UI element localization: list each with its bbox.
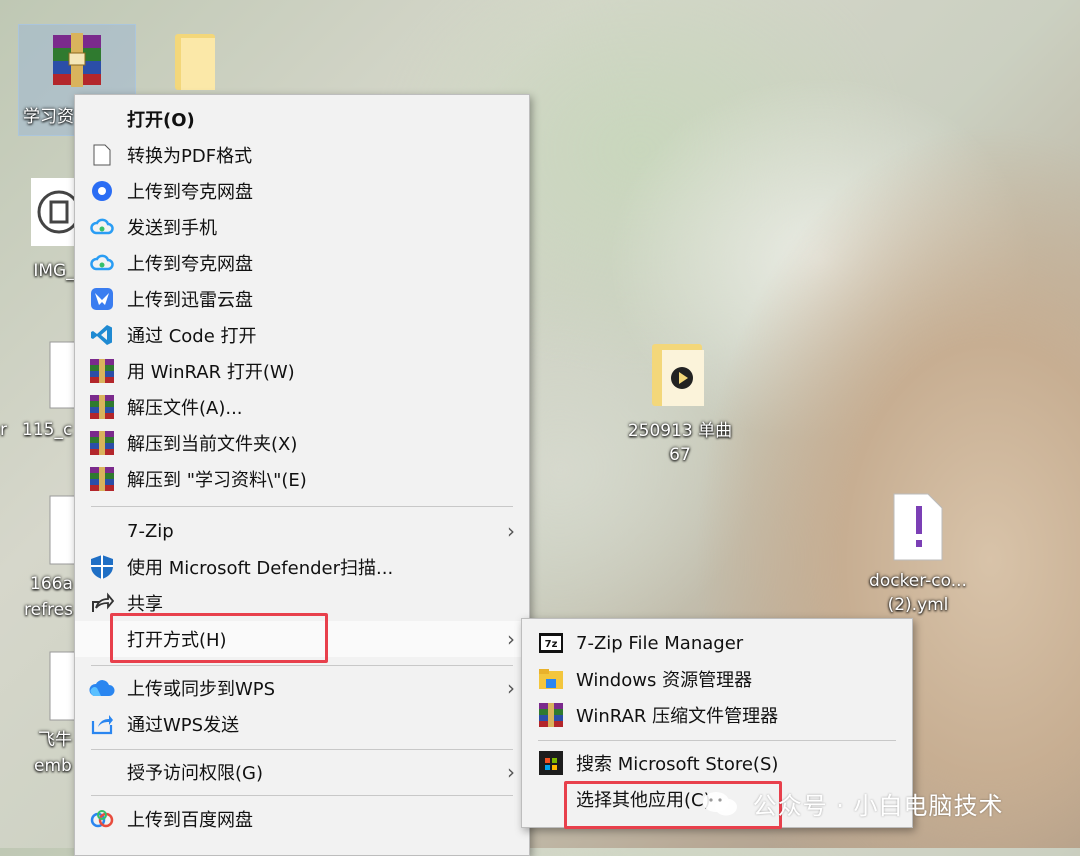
- desktop-icon-label: 115_c: [22, 420, 73, 440]
- winrar-icon: [89, 430, 115, 456]
- menu-item-label: 解压到 "学习资料\"(E): [127, 470, 307, 491]
- vscode-icon: [89, 322, 115, 348]
- desktop-icon-label: (2).yml: [887, 595, 949, 615]
- cloud-sync-icon: [89, 214, 115, 240]
- menu-item-extract-files[interactable]: 解压文件(A)...: [75, 389, 529, 425]
- menu-item-label: 上传到夸克网盘: [127, 254, 253, 275]
- quark-icon: [89, 178, 115, 204]
- submenu-item-label: WinRAR 压缩文件管理器: [576, 706, 779, 727]
- menu-item-label: 上传到迅雷云盘: [127, 290, 253, 311]
- menu-item-open-with-code[interactable]: 通过 Code 打开: [75, 317, 529, 353]
- desktop-icon-label: 飞牛: [38, 730, 72, 750]
- menu-item-convert-pdf[interactable]: 转换为PDF格式: [75, 137, 529, 173]
- menu-item-label: 通过 Code 打开: [127, 326, 257, 347]
- menu-item-grant-access[interactable]: 授予访问权限(G) ›: [75, 754, 529, 790]
- menu-separator: [91, 795, 513, 796]
- chevron-right-icon: ›: [507, 760, 515, 784]
- menu-item-label: 上传或同步到WPS: [127, 679, 276, 700]
- file-explorer-icon: [538, 666, 564, 692]
- submenu-item-label: 搜索 Microsoft Store(S): [576, 754, 779, 775]
- winrar-icon: [89, 394, 115, 420]
- menu-item-wps-sync[interactable]: 上传或同步到WPS ›: [75, 670, 529, 706]
- submenu-item-winrar-manager[interactable]: WinRAR 压缩文件管理器: [522, 697, 912, 733]
- folder-icon: [160, 30, 230, 101]
- menu-separator: [91, 665, 513, 666]
- submenu-item-label: Windows 资源管理器: [576, 670, 753, 691]
- submenu-item-windows-explorer[interactable]: Windows 资源管理器: [522, 661, 912, 697]
- wps-cloud-icon: [89, 675, 115, 701]
- menu-item-send-to-phone[interactable]: 发送到手机: [75, 209, 529, 245]
- menu-item-upload-xunlei[interactable]: 上传到迅雷云盘: [75, 281, 529, 317]
- baidu-cloud-icon: [89, 806, 115, 832]
- menu-item-open[interactable]: 打开(O): [75, 101, 529, 137]
- music-folder-icon: [610, 336, 750, 419]
- desktop-icon-text-file[interactable]: r 115_c: [0, 340, 80, 450]
- menu-item-extract-to-folder[interactable]: 解压到 "学习资料\"(E): [75, 461, 529, 497]
- winrar-icon: [89, 358, 115, 384]
- submenu-item-search-store[interactable]: 搜索 Microsoft Store(S): [522, 745, 912, 781]
- menu-item-label: 解压文件(A)...: [127, 398, 243, 419]
- chevron-right-icon: ›: [507, 519, 515, 543]
- menu-item-label: 7-Zip: [127, 520, 174, 542]
- watermark-text: 公众号 · 小白电脑技术: [752, 792, 1004, 820]
- svg-text:7z: 7z: [545, 639, 558, 650]
- desktop-icon-text-file-3[interactable]: 飞牛 emb: [20, 650, 80, 780]
- desktop-icon-label: r: [0, 420, 7, 440]
- chevron-right-icon: ›: [507, 676, 515, 700]
- menu-separator: [538, 740, 896, 741]
- menu-item-label: 用 WinRAR 打开(W): [127, 362, 295, 383]
- menu-item-label: 上传到百度网盘: [127, 810, 253, 831]
- desktop-icon-folder[interactable]: [160, 30, 230, 100]
- winrar-icon: [89, 466, 115, 492]
- desktop-icon-label: 67: [669, 445, 691, 465]
- context-menu: 打开(O) 转换为PDF格式 上传到夸克网盘 发送到手机 上传到夸克网盘 上传到…: [74, 94, 530, 856]
- winrar-icon: [538, 702, 564, 728]
- wechat-icon: [702, 790, 738, 824]
- menu-item-label: 授予访问权限(G): [127, 763, 263, 784]
- menu-item-upload-baidu[interactable]: 上传到百度网盘: [75, 801, 529, 837]
- menu-item-7zip[interactable]: 7-Zip ›: [75, 513, 529, 549]
- menu-item-label: 打开(O): [127, 110, 195, 131]
- desktop-icon-label: refres: [24, 600, 73, 620]
- microsoft-store-icon: [538, 750, 564, 776]
- winrar-archive-icon: [51, 31, 103, 87]
- menu-item-label: 发送到手机: [127, 218, 217, 239]
- submenu-item-label: 7-Zip File Manager: [576, 632, 744, 654]
- desktop-icon-label: docker-co...: [869, 571, 967, 591]
- cloud-sync-icon: [89, 250, 115, 276]
- chevron-right-icon: ›: [507, 627, 515, 651]
- menu-item-label: 上传到夸克网盘: [127, 182, 253, 203]
- desktop-icon-label: emb: [34, 756, 72, 776]
- desktop-icon-music-folder[interactable]: 250913 单曲 67: [610, 336, 750, 476]
- desktop-icon-label: 166a: [30, 574, 73, 594]
- menu-item-label: 转换为PDF格式: [127, 146, 253, 167]
- desktop-icon-label: 250913 单曲: [627, 421, 733, 441]
- desktop-icon-text-file-2[interactable]: 166a refres: [20, 494, 80, 624]
- xunlei-bird-icon: [89, 286, 115, 312]
- menu-item-extract-here[interactable]: 解压到当前文件夹(X): [75, 425, 529, 461]
- menu-separator: [91, 749, 513, 750]
- menu-item-defender-scan[interactable]: 使用 Microsoft Defender扫描...: [75, 549, 529, 585]
- 7zip-icon: 7z: [538, 630, 564, 656]
- highlight-box-open-with: [110, 613, 328, 663]
- menu-item-upload-quark-2[interactable]: 上传到夸克网盘: [75, 245, 529, 281]
- document-icon: [89, 142, 115, 168]
- menu-item-upload-quark[interactable]: 上传到夸克网盘: [75, 173, 529, 209]
- wps-send-icon: [89, 711, 115, 737]
- menu-item-wps-send[interactable]: 通过WPS发送: [75, 706, 529, 742]
- shield-icon: [89, 554, 115, 580]
- menu-item-label: 解压到当前文件夹(X): [127, 434, 298, 455]
- desktop-icon-yml[interactable]: docker-co... (2).yml: [858, 492, 978, 632]
- submenu-item-7zip-manager[interactable]: 7z 7-Zip File Manager: [522, 625, 912, 661]
- menu-item-label: 使用 Microsoft Defender扫描...: [127, 558, 394, 579]
- yml-file-icon: [858, 492, 978, 569]
- watermark: 公众号 · 小白电脑技术: [702, 786, 1004, 824]
- menu-separator: [91, 506, 513, 507]
- menu-item-open-with-winrar[interactable]: 用 WinRAR 打开(W): [75, 353, 529, 389]
- menu-item-label: 通过WPS发送: [127, 715, 240, 736]
